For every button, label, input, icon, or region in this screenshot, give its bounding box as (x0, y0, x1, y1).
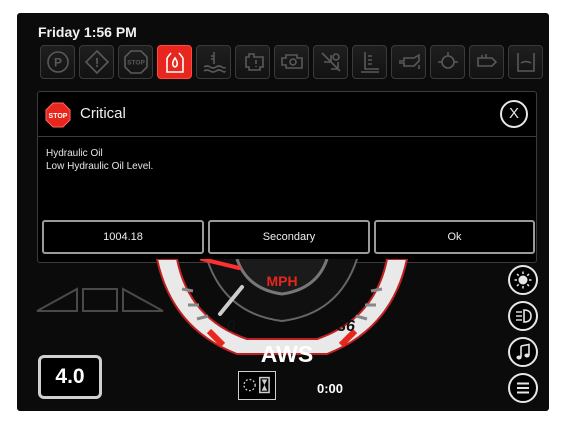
gear-indicator: 4.0 (38, 355, 102, 399)
transmission-icon[interactable] (313, 45, 348, 79)
speed-min-label: 0 (227, 318, 236, 335)
critical-alert-dialog: STOP Critical X Hydraulic Oil Low Hydrau… (37, 91, 537, 263)
timer-button[interactable] (238, 371, 276, 400)
svg-text:STOP: STOP (49, 113, 68, 120)
secondary-button[interactable]: Secondary (208, 220, 370, 254)
hydraulic-filter-icon[interactable] (430, 45, 465, 79)
oil-pressure-icon[interactable] (391, 45, 426, 79)
code-button[interactable]: 1004.18 (42, 220, 204, 254)
headlight-icon (516, 309, 532, 323)
air-filter-icon[interactable] (469, 45, 504, 79)
fuel-filter-icon[interactable] (352, 45, 387, 79)
close-button[interactable]: X (500, 100, 528, 128)
engine-warning-icon[interactable] (235, 45, 270, 79)
speed-unit-label: MPH (266, 273, 297, 289)
alert-severity: Critical (80, 105, 126, 122)
timer-value: 0:00 (317, 381, 344, 396)
alert-detail: Low Hydraulic Oil Level. (46, 161, 154, 172)
fluid-level-icon[interactable] (508, 45, 543, 79)
alert-header: STOP Critical X (38, 92, 536, 137)
svg-text:!: ! (94, 55, 98, 70)
hydraulic-oil-icon[interactable] (157, 45, 192, 79)
menu-icon (517, 382, 529, 394)
alert-title: Hydraulic Oil (46, 148, 103, 159)
warning-icon[interactable]: ! (79, 45, 114, 79)
drive-mode-label: AWS (260, 341, 314, 367)
headlight-button[interactable] (508, 301, 538, 331)
parking-brake-icon[interactable]: P (40, 45, 75, 79)
menu-button[interactable] (508, 373, 538, 403)
status-datetime: Friday 1:56 PM (38, 24, 137, 40)
display-screen: Friday 1:56 PM P ! STOP STOP Critical X … (17, 13, 549, 411)
light-icon (514, 271, 532, 289)
engine-system-icon[interactable] (274, 45, 309, 79)
ok-button[interactable]: Ok (374, 220, 535, 254)
blade-position-indicator (36, 287, 164, 312)
coolant-temp-icon[interactable] (196, 45, 231, 79)
warning-icon-bar: P ! STOP (40, 45, 543, 83)
music-button[interactable] (508, 337, 538, 367)
light-button[interactable] (508, 265, 538, 295)
hourglass-icon (243, 376, 270, 394)
music-icon (516, 343, 530, 360)
stop-icon[interactable]: STOP (118, 45, 153, 79)
speed-max-label: 36 (337, 318, 355, 335)
svg-text:STOP: STOP (127, 60, 145, 67)
alert-message: Hydraulic Oil Low Hydraulic Oil Level. (46, 147, 153, 173)
stop-sign-icon: STOP (45, 102, 71, 128)
svg-text:P: P (53, 56, 61, 70)
